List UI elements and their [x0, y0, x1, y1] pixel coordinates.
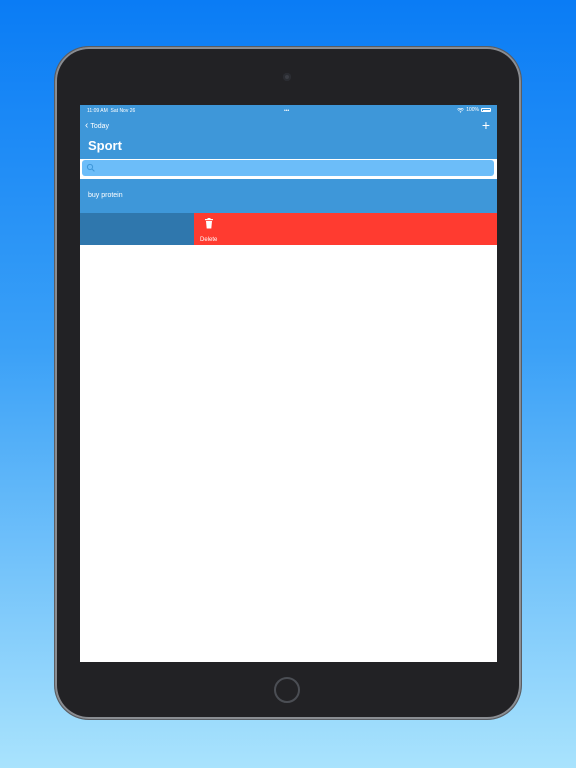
search-icon	[86, 163, 95, 172]
trash-icon	[205, 218, 213, 229]
chevron-left-icon: ‹	[85, 120, 89, 131]
status-indicators: 100%	[457, 107, 491, 113]
delete-button[interactable]: Delete	[194, 213, 497, 245]
search-input[interactable]	[96, 162, 490, 176]
battery-fill	[482, 109, 491, 111]
search-bar[interactable]	[82, 160, 494, 176]
battery-percent: 100%	[466, 107, 479, 113]
task-list: buy protein Delete	[80, 179, 497, 245]
swiped-row[interactable]: Delete	[80, 213, 497, 245]
status-date: Sat Nov 26	[110, 108, 136, 114]
plus-icon[interactable]: +	[482, 118, 490, 132]
back-button-label: Today	[90, 122, 110, 130]
back-button[interactable]: ‹ Today	[85, 121, 109, 131]
battery-icon	[481, 108, 491, 112]
page-title: Sport	[88, 138, 122, 153]
camera-icon	[283, 73, 291, 81]
multitasking-dots: •••	[284, 108, 290, 114]
delete-label: Delete	[200, 237, 218, 243]
app-screen: 11:09 AM Sat Nov 26 ••• 100% ‹ Today + S…	[80, 105, 497, 662]
status-bar: 11:09 AM Sat Nov 26 ••• 100%	[80, 105, 497, 117]
list-item-label: buy protein	[88, 192, 123, 199]
navigation-bar: ‹ Today + Sport	[80, 117, 497, 159]
wifi-icon	[457, 107, 465, 113]
list-item[interactable]: buy protein	[80, 179, 497, 213]
home-button[interactable]	[274, 677, 300, 703]
status-time: 11:09 AM Sat Nov 26	[87, 108, 135, 114]
swiped-row-content[interactable]	[80, 213, 194, 245]
status-clock: 11:09 AM	[87, 108, 108, 114]
